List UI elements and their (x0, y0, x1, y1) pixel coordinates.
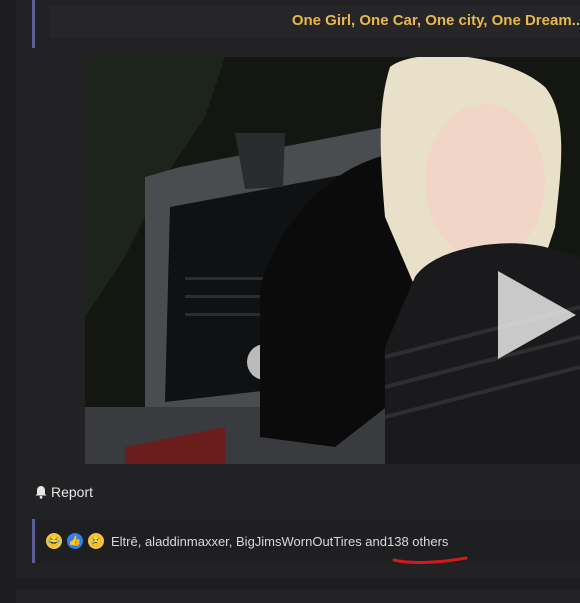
reactions-quote-bar (32, 519, 35, 563)
post-headline: One Girl, One Car, One city, One Dream.. (291, 12, 580, 29)
reactor-others-link[interactable]: 138 others (387, 534, 448, 549)
reactor-names[interactable]: Eltrē, aladdinmaxxer, BigJimsWornOutTire… (111, 534, 387, 549)
thumbs-up-icon: 👍 (67, 533, 83, 549)
report-button[interactable]: Report (35, 484, 93, 500)
bell-icon (35, 486, 47, 499)
next-post-strip (16, 590, 580, 603)
play-icon[interactable] (498, 271, 576, 359)
reactions-summary[interactable]: 😂 👍 😢 Eltrē, aladdinmaxxer, BigJimsWornO… (46, 533, 448, 549)
laughing-crying-emoji-icon: 😂 (46, 533, 62, 549)
video-thumbnail (85, 57, 580, 464)
sad-face-emoji-icon: 😢 (88, 533, 104, 549)
video-player[interactable] (85, 57, 580, 464)
report-label: Report (51, 484, 94, 500)
red-underline-annotation (392, 556, 468, 564)
quote-bar (32, 0, 35, 48)
